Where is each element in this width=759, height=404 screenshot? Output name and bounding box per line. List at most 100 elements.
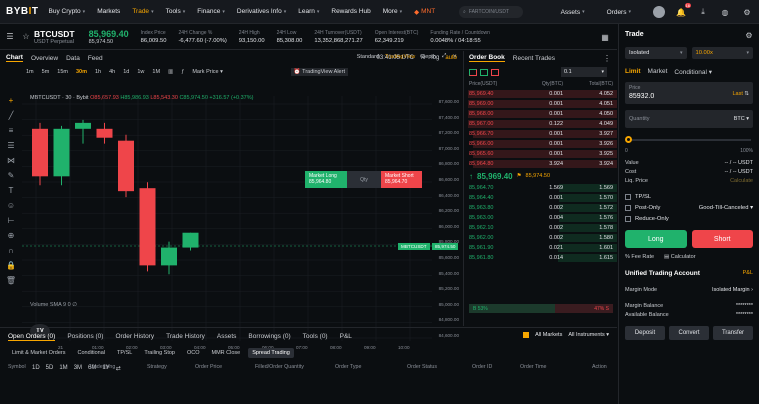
nav-tools[interactable]: Tools ▾ [166,8,186,15]
nav-trade[interactable]: Trade ▾ [132,8,153,15]
subtab-mmr-close[interactable]: MMR Close [208,348,245,358]
nav-buy-crypto[interactable]: Buy Crypto ▾ [49,8,86,15]
order-type-limit[interactable]: Limit [625,68,641,76]
bids-row[interactable]: 85,961.80 0.014 1.615 [465,253,617,263]
convert-button[interactable]: Convert [669,326,709,340]
lock-icon[interactable]: 🔒 [6,261,16,270]
price-step-select[interactable]: 0.1 ▾ [561,67,607,77]
all-instruments-select[interactable]: All Instruments ▾ [568,332,609,338]
calculator-link[interactable]: ▤ Calculator [664,254,696,260]
subtab-conditional[interactable]: Conditional [73,348,109,358]
interval-30m[interactable]: 30m [76,69,87,75]
swap-icon[interactable]: ⇅ [744,91,749,97]
interval-1m[interactable]: 1m [26,69,34,75]
asks-row[interactable]: 85,969.40 0.001 4.052 [465,89,617,99]
reduce-only-checkbox[interactable]: Reduce-Only [625,216,753,222]
price-axis[interactable]: 87,600.00 87,400.00 87,200.00 87,000.00 86,8… [432,95,462,350]
tab-overview[interactable]: Overview [31,55,58,62]
nav-rewards-hub[interactable]: Rewards Hub [331,8,370,15]
post-only-checkbox[interactable]: Post-Only Good-Till-Canceled ▾ [625,205,753,211]
menu-icon[interactable]: ☰ [4,31,16,43]
bids-row[interactable]: 85,961.90 0.021 1.601 [465,243,617,253]
settings-icon[interactable]: ⚙ [741,6,753,18]
nav-derivatives-info[interactable]: Derivatives Info ▾ [237,8,286,15]
zoom-icon[interactable]: ⊕ [8,231,15,240]
settings-icon[interactable]: ⚙ [743,29,755,41]
candle-body[interactable] [32,128,48,177]
tif-select[interactable]: Good-Till-Canceled ▾ [699,205,753,211]
tab-recent-trades[interactable]: Recent Trades [513,55,555,62]
percent-toggle[interactable]: % [420,55,425,61]
tab-order-book[interactable]: Order Book [469,54,505,62]
qty-input[interactable]: Qty [347,171,381,188]
asks-row[interactable]: 85,969.00 0.001 4.051 [465,99,617,109]
tab-open-orders-0[interactable]: Open Orders (0) [8,333,56,341]
candle-type-icon[interactable]: ▥ [168,69,173,75]
assets-menu[interactable]: Assets ▾ [561,9,585,16]
interval-15m[interactable]: 15m [57,69,68,75]
candlestick-chart[interactable] [22,96,432,341]
candle-body[interactable] [75,122,91,129]
subtab-spread-trading[interactable]: Spread Trading [248,347,294,358]
all-markets-checkbox[interactable] [523,332,530,338]
asks-row[interactable]: 85,965.60 0.001 3.925 [465,149,617,159]
margin-mode-select[interactable]: Isolated ▾ [625,47,687,59]
bids-only-icon[interactable] [480,68,488,76]
tab-order-history[interactable]: Order History [115,333,154,340]
leverage-select[interactable]: 10.00x ▾ [691,47,753,59]
bell-icon[interactable]: 🔔 16 [675,3,691,18]
nav-learn[interactable]: Learn ▾ [298,8,319,15]
short-button[interactable]: Short [691,230,753,248]
avatar[interactable] [653,6,665,18]
price-input[interactable]: Price 85932.0 Last ⇅ [625,82,753,104]
quantity-input[interactable]: Quantity BTC ▾ [625,110,753,128]
both-sides-icon[interactable] [469,68,477,76]
bids-row[interactable]: 85,964.70 1.569 1.569 [465,183,617,193]
crosshair-icon[interactable]: + [9,96,14,105]
quantity-slider[interactable] [625,134,753,148]
trend-line-icon[interactable]: ╱ [9,111,14,120]
tab-trade-history[interactable]: Trade History [166,333,205,340]
tab-assets[interactable]: Assets [217,333,237,340]
download-icon[interactable]: ⤓ [697,6,709,18]
slider-handle[interactable] [625,136,632,143]
tab-feed[interactable]: Feed [88,55,103,62]
calendar-icon[interactable]: ▦ [599,31,611,43]
bids-row[interactable]: 85,963.80 0.002 1.572 [465,203,617,213]
tab-p-l[interactable]: P&L [340,333,352,340]
star-icon[interactable]: ☆ [20,31,32,43]
pattern-icon[interactable]: ⋈ [7,156,15,165]
subtab-oco[interactable]: OCO [183,348,204,358]
bids-row[interactable]: 85,962.10 0.002 1.578 [465,223,617,233]
nav-markets[interactable]: Markets [97,8,120,15]
magnet-icon[interactable]: ∩ [8,246,14,255]
orders-menu[interactable]: Orders ▾ [607,9,631,16]
interval-1h[interactable]: 1h [95,69,101,75]
transfer-button[interactable]: Transfer [713,326,753,340]
order-type-conditional[interactable]: Conditional ▾ [674,68,712,76]
candle-body[interactable] [53,128,70,177]
pnl-link[interactable]: P&L [743,270,753,277]
subtab-limit-market-orders[interactable]: Limit & Market Orders [8,348,69,358]
interval-5m[interactable]: 5m [42,69,50,75]
asks-row[interactable]: 85,966.00 0.001 3.926 [465,139,617,149]
asks-row[interactable]: 85,968.00 0.001 4.050 [465,109,617,119]
fee-rate-link[interactable]: % Fee Rate [625,254,654,260]
fib-icon[interactable]: ☰ [7,141,14,150]
candle-body[interactable] [182,232,199,248]
nav-finance[interactable]: Finance ▾ [197,8,225,15]
brush-icon[interactable]: ✎ [8,171,15,180]
candle-body[interactable] [139,188,156,266]
indicators-icon[interactable]: ƒ [181,69,184,75]
tab-chart[interactable]: Chart [6,54,23,62]
mark-price-select[interactable]: Mark Price ▾ [192,69,223,75]
asks-row[interactable]: 85,967.00 0.122 4.049 [465,119,617,129]
horizontal-line-icon[interactable]: ≡ [9,126,14,135]
interval-1w[interactable]: 1w [137,69,144,75]
ruler-icon[interactable]: ⊢ [8,216,15,225]
tpsl-checkbox[interactable]: TP/SL [625,194,753,200]
long-button[interactable]: Long [625,230,687,248]
market-short-button[interactable]: Market Short 85,964.70 [381,171,422,188]
subtab-trailing-stop[interactable]: Trailing Stop [140,348,179,358]
candle-body[interactable] [96,128,113,138]
